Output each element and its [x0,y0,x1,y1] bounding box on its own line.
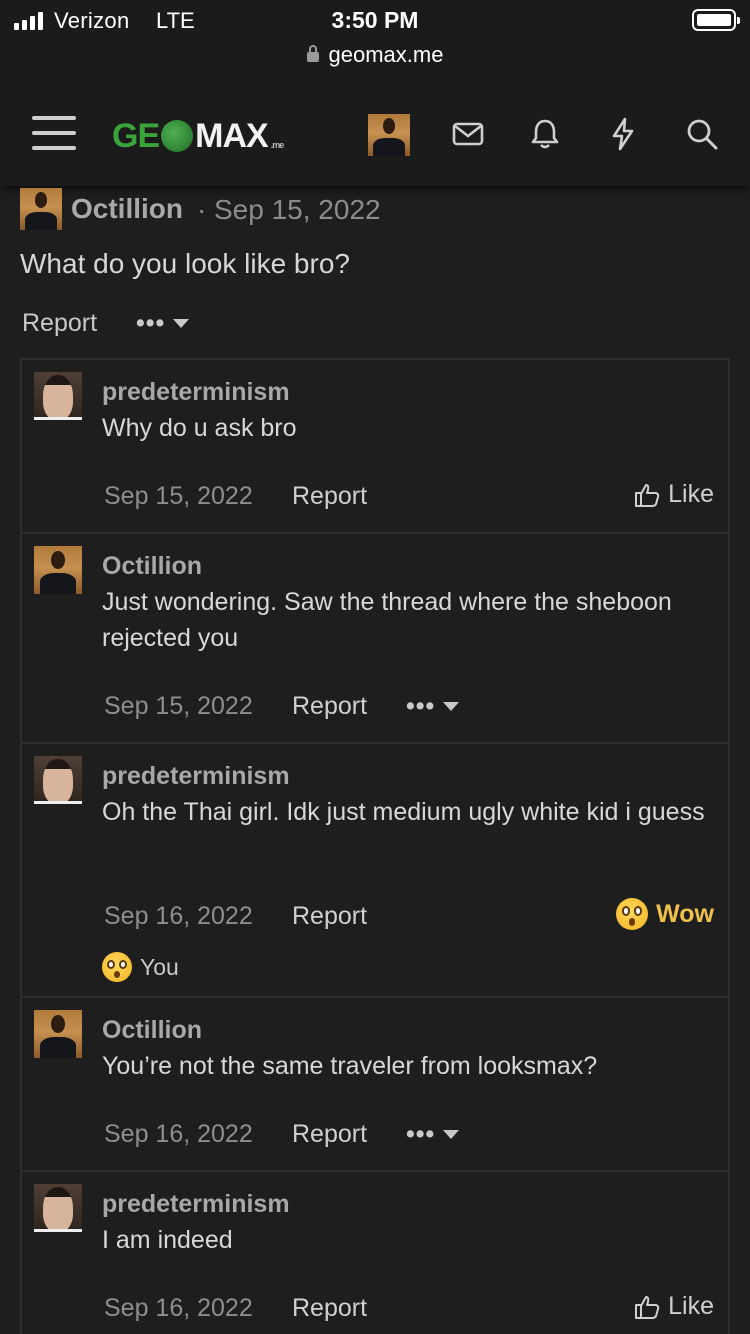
user-avatar[interactable] [368,114,410,156]
comment-item: Octillion Just wondering. Saw the thread… [22,534,728,744]
logo-suffix: .me [270,140,284,150]
chevron-down-icon [443,1130,460,1139]
like-button[interactable]: Like [634,1292,714,1321]
more-dots: ••• [406,1120,436,1148]
comment-item: predeterminism Why do u ask bro Sep 15, … [22,360,728,534]
url-text: geomax.me [328,42,444,67]
comment-text: Why do u ask bro [102,414,297,442]
comment-item: predeterminism Oh the Thai girl. Idk jus… [22,744,728,998]
author-avatar[interactable] [20,188,62,230]
globe-icon [161,120,194,152]
more-dots: ••• [406,692,436,720]
commenter-avatar[interactable] [34,1010,82,1058]
address-bar[interactable]: geomax.me [0,42,750,68]
reaction-users: You [140,953,179,980]
report-button[interactable]: Report [292,1120,367,1149]
like-label: Like [668,1292,714,1320]
report-button[interactable]: Report [292,1294,367,1323]
more-options-button[interactable]: ••• [136,309,190,338]
bell-icon[interactable] [527,116,563,152]
site-logo[interactable]: GE MAX .me [112,116,284,156]
wow-reaction-button[interactable]: Wow [616,898,714,930]
comment-date[interactable]: Sep 15, 2022 [104,692,253,721]
status-bar: Verizon LTE 3:50 PM geomax.me [0,0,750,86]
comment-text: Just wondering. Saw the thread where the… [102,588,672,652]
comment-author[interactable]: predeterminism [102,378,290,407]
report-button[interactable]: Report [22,309,97,338]
comment-date[interactable]: Sep 16, 2022 [104,1120,253,1149]
comment-author[interactable]: Octillion [102,1016,202,1045]
logo-text-left: GE [112,116,160,155]
lock-icon [306,45,319,62]
mail-icon[interactable] [450,116,486,152]
chevron-down-icon [443,702,460,711]
comment-text: Oh the Thai girl. Idk just medium ugly w… [102,798,705,826]
commenter-avatar[interactable] [34,1184,82,1232]
report-button[interactable]: Report [292,482,367,511]
thumbs-up-icon [635,1295,660,1319]
chevron-down-icon [173,319,190,328]
site-header: GE MAX .me [0,86,750,186]
commenter-avatar[interactable] [34,546,82,594]
comment-author[interactable]: predeterminism [102,762,290,791]
wow-emoji-icon [102,952,132,982]
report-button[interactable]: Report [292,692,367,721]
comment-date[interactable]: Sep 15, 2022 [104,482,253,511]
like-label: Like [668,480,714,508]
comment-item: Octillion You’re not the same traveler f… [22,998,728,1172]
thumbs-up-icon [635,483,660,507]
status-time: 3:50 PM [331,7,419,33]
commenter-avatar[interactable] [34,372,82,420]
more-dots: ••• [136,309,166,337]
battery-icon [692,9,740,31]
wow-emoji-icon [616,898,649,930]
more-options-button[interactable]: ••• [406,1120,460,1149]
post-date[interactable]: Sep 15, 2022 [214,194,381,226]
post-body: What do you look like bro? [20,248,350,279]
search-icon[interactable] [684,116,720,152]
logo-text-right: MAX [195,116,269,155]
comment-date[interactable]: Sep 16, 2022 [104,902,253,931]
bolt-icon[interactable] [605,116,641,152]
comment-author[interactable]: predeterminism [102,1190,290,1219]
more-options-button[interactable]: ••• [406,692,460,721]
comment-text: I am indeed [102,1226,233,1254]
reaction-summary[interactable]: You [102,952,179,982]
comment-text: You’re not the same traveler from looksm… [102,1052,598,1080]
post-author[interactable]: Octillion [71,193,183,225]
menu-icon[interactable] [32,114,76,152]
like-button[interactable]: Like [634,480,714,509]
meta-separator: · [197,194,207,225]
report-button[interactable]: Report [292,902,367,931]
comment-author[interactable]: Octillion [102,552,202,581]
commenter-avatar[interactable] [34,756,82,804]
comment-item: predeterminism I am indeed Sep 16, 2022 … [22,1172,728,1334]
comment-date[interactable]: Sep 16, 2022 [104,1294,253,1323]
wow-label: Wow [656,899,714,928]
